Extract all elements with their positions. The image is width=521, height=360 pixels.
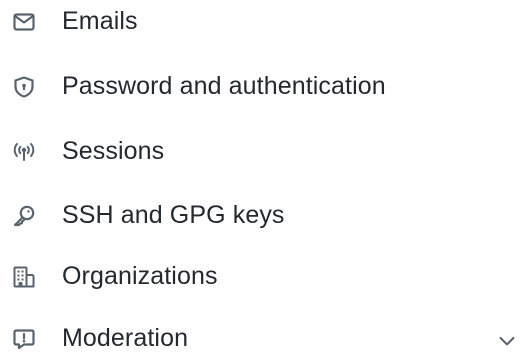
sidebar-item-label: Moderation: [62, 323, 189, 352]
broadcast-icon: [12, 140, 36, 164]
key-icon: [12, 204, 36, 228]
sidebar-item-label: Sessions: [62, 136, 165, 165]
sidebar-item-password-and-authentication[interactable]: Password and authentication: [0, 61, 521, 113]
sidebar-item-organizations[interactable]: Organizations: [0, 251, 521, 303]
report-icon: [12, 327, 36, 351]
sidebar-item-sessions[interactable]: Sessions: [0, 126, 521, 178]
sidebar-item-ssh-and-gpg-keys[interactable]: SSH and GPG keys: [0, 190, 521, 242]
sidebar-item-label: Password and authentication: [62, 71, 386, 100]
organization-icon: [12, 265, 36, 289]
mail-icon: [12, 10, 36, 34]
sidebar-item-moderation[interactable]: Moderation: [0, 313, 521, 360]
sidebar-item-label: Organizations: [62, 261, 218, 290]
sidebar-item-label: SSH and GPG keys: [62, 200, 285, 229]
sidebar-item-label: Emails: [62, 6, 138, 35]
shield-lock-icon: [12, 75, 36, 99]
sidebar-item-emails[interactable]: Emails: [0, 0, 521, 48]
chevron-down-icon[interactable]: [496, 330, 518, 352]
settings-sidebar-nav: Emails Password and authentication Sessi…: [0, 0, 521, 360]
